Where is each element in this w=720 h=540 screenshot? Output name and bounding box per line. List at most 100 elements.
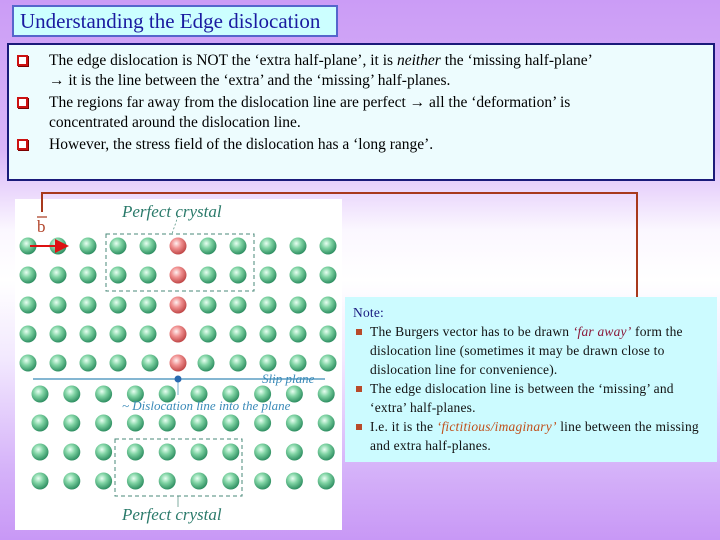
lattice-atom <box>319 237 337 255</box>
lattice-atom <box>259 296 277 314</box>
note-text: The edge dislocation line is between the… <box>370 381 674 415</box>
lattice-atom <box>63 385 81 403</box>
lattice-atom <box>259 266 277 284</box>
lattice-atom <box>158 414 176 432</box>
lattice-atom <box>126 472 144 490</box>
lattice-atom <box>289 237 307 255</box>
note-highlight: ‘far away’ <box>572 324 632 339</box>
lattice-atom <box>289 266 307 284</box>
lattice-atom <box>317 385 335 403</box>
lattice-atom <box>285 414 303 432</box>
bullet-emphasis: neither <box>396 52 441 69</box>
extra-half-plane-atom <box>169 237 187 255</box>
note-text: I.e. it is the <box>370 419 437 434</box>
lattice-atom <box>317 472 335 490</box>
extra-half-plane-atom <box>169 296 187 314</box>
lattice-atom <box>222 443 240 461</box>
bullet-continuation: → it is the line between the ‘extra’ and… <box>49 72 451 89</box>
lattice-atom <box>31 385 49 403</box>
lattice-atom <box>31 472 49 490</box>
checkbox-bullet-icon <box>17 55 28 66</box>
connector-left-down <box>41 192 43 212</box>
lattice-atom <box>319 296 337 314</box>
bullet-text: The regions far away from the dislocatio… <box>49 94 571 111</box>
square-bullet-icon <box>356 386 362 392</box>
lattice-atom <box>109 325 127 343</box>
lattice-atom <box>141 354 159 372</box>
lattice-atom <box>95 443 113 461</box>
extra-half-plane-atom <box>169 354 187 372</box>
lattice-atom <box>79 325 97 343</box>
lattice-atom <box>139 237 157 255</box>
lattice-atom <box>79 266 97 284</box>
lattice-atom <box>229 237 247 255</box>
note-item: The Burgers vector has to be drawn ‘far … <box>353 322 709 379</box>
lattice-atom <box>139 325 157 343</box>
lattice-atom <box>63 414 81 432</box>
lattice-atom <box>199 296 217 314</box>
bullet-item: The edge dislocation is NOT the ‘extra h… <box>17 51 705 91</box>
note-title: Note: <box>353 305 384 320</box>
lattice-atom <box>199 325 217 343</box>
connector-horizontal <box>41 192 638 194</box>
key-points-box: The edge dislocation is NOT the ‘extra h… <box>7 43 715 181</box>
lattice-atom <box>19 325 37 343</box>
lattice-atom <box>259 354 277 372</box>
lattice-atom <box>139 266 157 284</box>
note-box: Note: The Burgers vector has to be drawn… <box>345 297 717 462</box>
lattice-atom <box>49 266 67 284</box>
square-bullet-icon <box>356 424 362 430</box>
lattice-atom <box>63 443 81 461</box>
burgers-label: b <box>37 217 46 236</box>
lattice-atom <box>79 296 97 314</box>
lattice-atom <box>199 266 217 284</box>
slide-title-text: Understanding the Edge dislocation <box>20 9 321 33</box>
extra-half-plane-atom <box>169 325 187 343</box>
lattice-atom <box>95 385 113 403</box>
bullet-item: However, the stress field of the disloca… <box>17 135 705 155</box>
bottom-perfect-crystal-label: Perfect crystal <box>121 505 222 524</box>
lattice-atom <box>19 296 37 314</box>
lattice-atom <box>254 472 272 490</box>
checkbox-bullet-icon <box>17 97 28 108</box>
lattice-atom <box>49 354 67 372</box>
slide-title: Understanding the Edge dislocation <box>12 5 338 37</box>
lattice-atom <box>190 443 208 461</box>
lattice-atom <box>229 266 247 284</box>
lattice-atom <box>254 443 272 461</box>
lattice-atom <box>317 443 335 461</box>
bullet-text: However, the stress field of the disloca… <box>49 136 434 153</box>
lattice-atom <box>254 414 272 432</box>
checkbox-bullet-icon <box>17 139 28 150</box>
lattice-atom <box>285 472 303 490</box>
connector-right-down <box>636 192 638 312</box>
edge-dislocation-diagram: b Perfect crystal Perfect crystal Slip p… <box>15 199 342 530</box>
dislocation-line-label: ~ Dislocation line into the plane <box>122 398 291 413</box>
lattice-atom <box>319 325 337 343</box>
lattice-atom <box>126 414 144 432</box>
dislocation-point <box>174 375 182 383</box>
crystal-lattice: b Perfect crystal Perfect crystal Slip p… <box>19 202 337 524</box>
lattice-atom <box>285 443 303 461</box>
lattice-atom <box>229 354 247 372</box>
lattice-atom <box>317 414 335 432</box>
bullet-item: The regions far away from the dislocatio… <box>17 93 705 133</box>
square-bullet-icon <box>356 329 362 335</box>
lattice-atom <box>109 266 127 284</box>
lattice-atom <box>190 472 208 490</box>
lattice-atom <box>259 325 277 343</box>
note-highlight: ‘fictitious/imaginary’ <box>436 419 557 434</box>
lattice-atom <box>229 296 247 314</box>
lattice-atom <box>229 325 247 343</box>
bullet-continuation: concentrated around the dislocation line… <box>49 114 301 131</box>
lattice-atom <box>319 266 337 284</box>
bullet-text: the ‘missing half-plane’ <box>440 52 593 69</box>
lattice-atom <box>31 443 49 461</box>
lattice-atom <box>289 325 307 343</box>
lattice-atom <box>79 237 97 255</box>
lattice-atom <box>259 237 277 255</box>
lattice-atom <box>158 443 176 461</box>
lattice-atom <box>79 354 97 372</box>
lattice-atom <box>158 472 176 490</box>
lattice-atom <box>109 237 127 255</box>
